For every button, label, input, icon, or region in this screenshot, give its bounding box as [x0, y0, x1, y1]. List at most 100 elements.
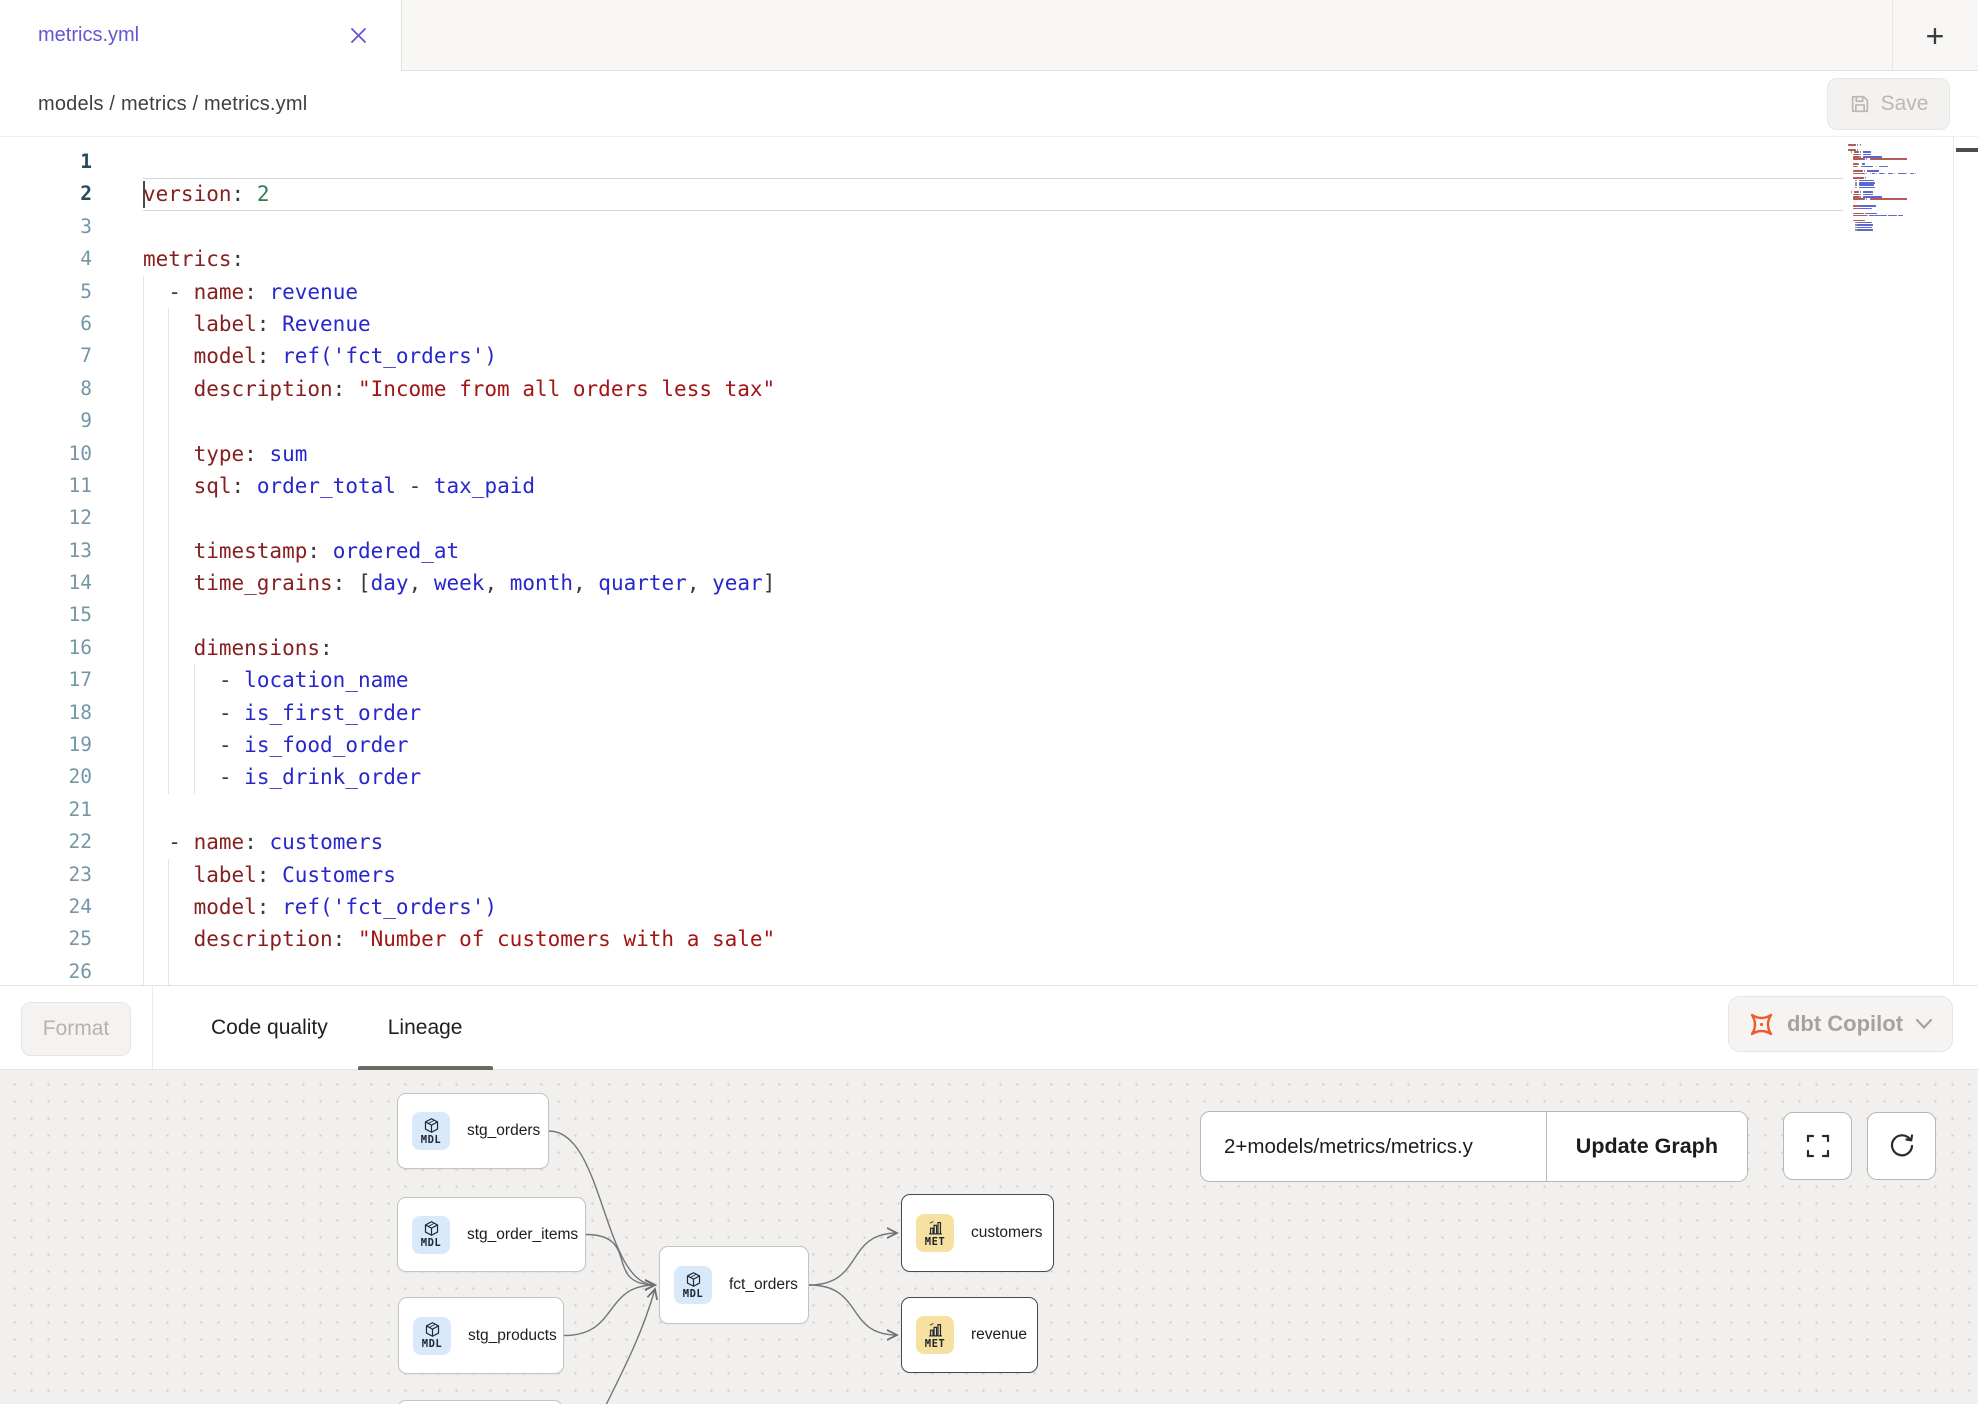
- new-tab-button[interactable]: +: [1916, 21, 1954, 51]
- node-label: stg_products: [468, 1327, 557, 1345]
- indent-guide: [143, 502, 144, 534]
- line-content: type: sum: [143, 438, 307, 470]
- close-icon[interactable]: [349, 27, 367, 45]
- code-line-23[interactable]: 23 label: Customers: [0, 859, 1978, 891]
- code-line-22[interactable]: 22 - name: customers: [0, 826, 1978, 858]
- line-content: label: Revenue: [143, 308, 371, 340]
- indent-guide: [143, 794, 144, 826]
- indent-guide: [168, 956, 169, 985]
- indent-guide: [143, 405, 144, 437]
- node-label: stg_orders: [467, 1122, 540, 1140]
- line-number: 21: [0, 794, 92, 826]
- dbt-copilot-icon: [1748, 1011, 1775, 1038]
- line-number: 12: [0, 502, 92, 534]
- code-line-24[interactable]: 24 model: ref('fct_orders'): [0, 891, 1978, 923]
- minimap-content: [1848, 142, 1948, 262]
- breadcrumb-row: models / metrics / metrics.yml Save: [0, 71, 1978, 137]
- code-line-11[interactable]: 11 sql: order_total - tax_paid: [0, 470, 1978, 502]
- code-line-14[interactable]: 14 time_grains: [day, week, month, quart…: [0, 567, 1978, 599]
- editor-tab-bar: metrics.yml +: [0, 0, 1978, 71]
- code-line-3[interactable]: 3: [0, 211, 1978, 243]
- line-number: 10: [0, 438, 92, 470]
- line-content: - name: customers: [143, 826, 383, 858]
- code-line-1[interactable]: 1: [0, 146, 1978, 178]
- minimap[interactable]: [1845, 137, 1978, 985]
- lineage-node-stg_orders[interactable]: MDLstg_orders: [397, 1093, 549, 1169]
- breadcrumb: models / metrics / metrics.yml: [38, 93, 307, 116]
- line-number: 26: [0, 956, 92, 985]
- line-number: 18: [0, 697, 92, 729]
- tabbar-divider: [1892, 0, 1893, 71]
- tab-label: Lineage: [388, 1016, 463, 1040]
- code-line-4[interactable]: 4 metrics:: [0, 243, 1978, 275]
- code-line-21[interactable]: 21: [0, 794, 1978, 826]
- node-label: revenue: [971, 1326, 1027, 1344]
- lineage-node-stg_products[interactable]: MDL stg_products: [398, 1297, 564, 1374]
- line-number: 4: [0, 243, 92, 275]
- code-line-26[interactable]: 26: [0, 956, 1978, 985]
- metric-chart-icon: MET: [916, 1214, 954, 1252]
- lineage-node-partial[interactable]: [397, 1400, 563, 1404]
- code-line-20[interactable]: 20 - is_drink_order: [0, 761, 1978, 793]
- line-content: label: Customers: [143, 859, 396, 891]
- line-number: 19: [0, 729, 92, 761]
- line-number: 22: [0, 826, 92, 858]
- metric-chart-icon: MET: [916, 1316, 954, 1354]
- model-cube-icon: MDL: [413, 1317, 451, 1355]
- node-label: customers: [971, 1224, 1043, 1242]
- code-line-9[interactable]: 9: [0, 405, 1978, 437]
- code-line-8[interactable]: 8 description: "Income from all orders l…: [0, 373, 1978, 405]
- code-line-12[interactable]: 12: [0, 502, 1978, 534]
- lineage-node-stg_order_items[interactable]: MDLstg_order_items: [397, 1197, 586, 1272]
- model-cube-icon: MDL: [674, 1266, 712, 1304]
- code-line-17[interactable]: 17 - location_name: [0, 664, 1978, 696]
- line-number: 6: [0, 308, 92, 340]
- toolbar-divider: [152, 986, 153, 1070]
- model-cube-icon: MDL: [412, 1216, 450, 1254]
- dbt-copilot-button[interactable]: dbt Copilot: [1728, 996, 1953, 1052]
- line-content: - is_drink_order: [143, 761, 421, 793]
- lineage-node-revenue[interactable]: MET revenue: [901, 1297, 1038, 1373]
- code-line-10[interactable]: 10 type: sum: [0, 438, 1978, 470]
- panel-tabs: Code quality Lineage: [181, 986, 493, 1070]
- lineage-panel[interactable]: MDLstg_ordersMDLstg_order_itemsMDLstg_pr…: [0, 1070, 1978, 1404]
- code-line-13[interactable]: 13 timestamp: ordered_at: [0, 535, 1978, 567]
- code-line-15[interactable]: 15: [0, 599, 1978, 631]
- editor-bottom-toolbar: Format Code quality Lineage dbt Copilot: [0, 985, 1978, 1070]
- line-number: 25: [0, 923, 92, 955]
- tab-metrics-yml[interactable]: metrics.yml: [0, 0, 402, 71]
- code-line-7[interactable]: 7 model: ref('fct_orders'): [0, 340, 1978, 372]
- line-number: 2: [0, 178, 92, 210]
- line-content: description: "Number of customers with a…: [143, 923, 775, 955]
- lineage-selector-input[interactable]: [1201, 1112, 1546, 1181]
- code-editor[interactable]: 12 version: 234 metrics:5 - name: revenue6…: [0, 137, 1978, 985]
- tab-lineage[interactable]: Lineage: [358, 986, 493, 1070]
- code-line-5[interactable]: 5 - name: revenue: [0, 276, 1978, 308]
- line-number: 7: [0, 340, 92, 372]
- line-content: sql: order_total - tax_paid: [143, 470, 535, 502]
- fullscreen-button[interactable]: [1783, 1112, 1852, 1180]
- line-content: version: 2: [143, 178, 269, 210]
- line-number: 9: [0, 405, 92, 437]
- chevron-down-icon: [1915, 1018, 1933, 1030]
- code-line-16[interactable]: 16 dimensions:: [0, 632, 1978, 664]
- code-line-6[interactable]: 6 label: Revenue: [0, 308, 1978, 340]
- update-graph-button[interactable]: Update Graph: [1546, 1112, 1747, 1181]
- code-line-19[interactable]: 19 - is_food_order: [0, 729, 1978, 761]
- tab-label: metrics.yml: [38, 24, 139, 47]
- save-button[interactable]: Save: [1827, 78, 1950, 130]
- code-line-2[interactable]: 2 version: 2: [0, 178, 1978, 210]
- lineage-node-customers[interactable]: MET customers: [901, 1194, 1054, 1272]
- indent-guide: [143, 956, 144, 985]
- indent-guide: [168, 599, 169, 631]
- format-button[interactable]: Format: [21, 1002, 131, 1056]
- line-content: metrics:: [143, 243, 244, 275]
- refresh-button[interactable]: [1867, 1112, 1936, 1180]
- cursor-position-marker: [1956, 148, 1978, 152]
- code-line-25[interactable]: 25 description: "Number of customers wit…: [0, 923, 1978, 955]
- fullscreen-icon: [1804, 1132, 1832, 1160]
- tab-code-quality[interactable]: Code quality: [181, 986, 358, 1070]
- code-line-18[interactable]: 18 - is_first_order: [0, 697, 1978, 729]
- indent-guide: [143, 599, 144, 631]
- lineage-node-fct_orders[interactable]: MDLfct_orders: [659, 1246, 809, 1324]
